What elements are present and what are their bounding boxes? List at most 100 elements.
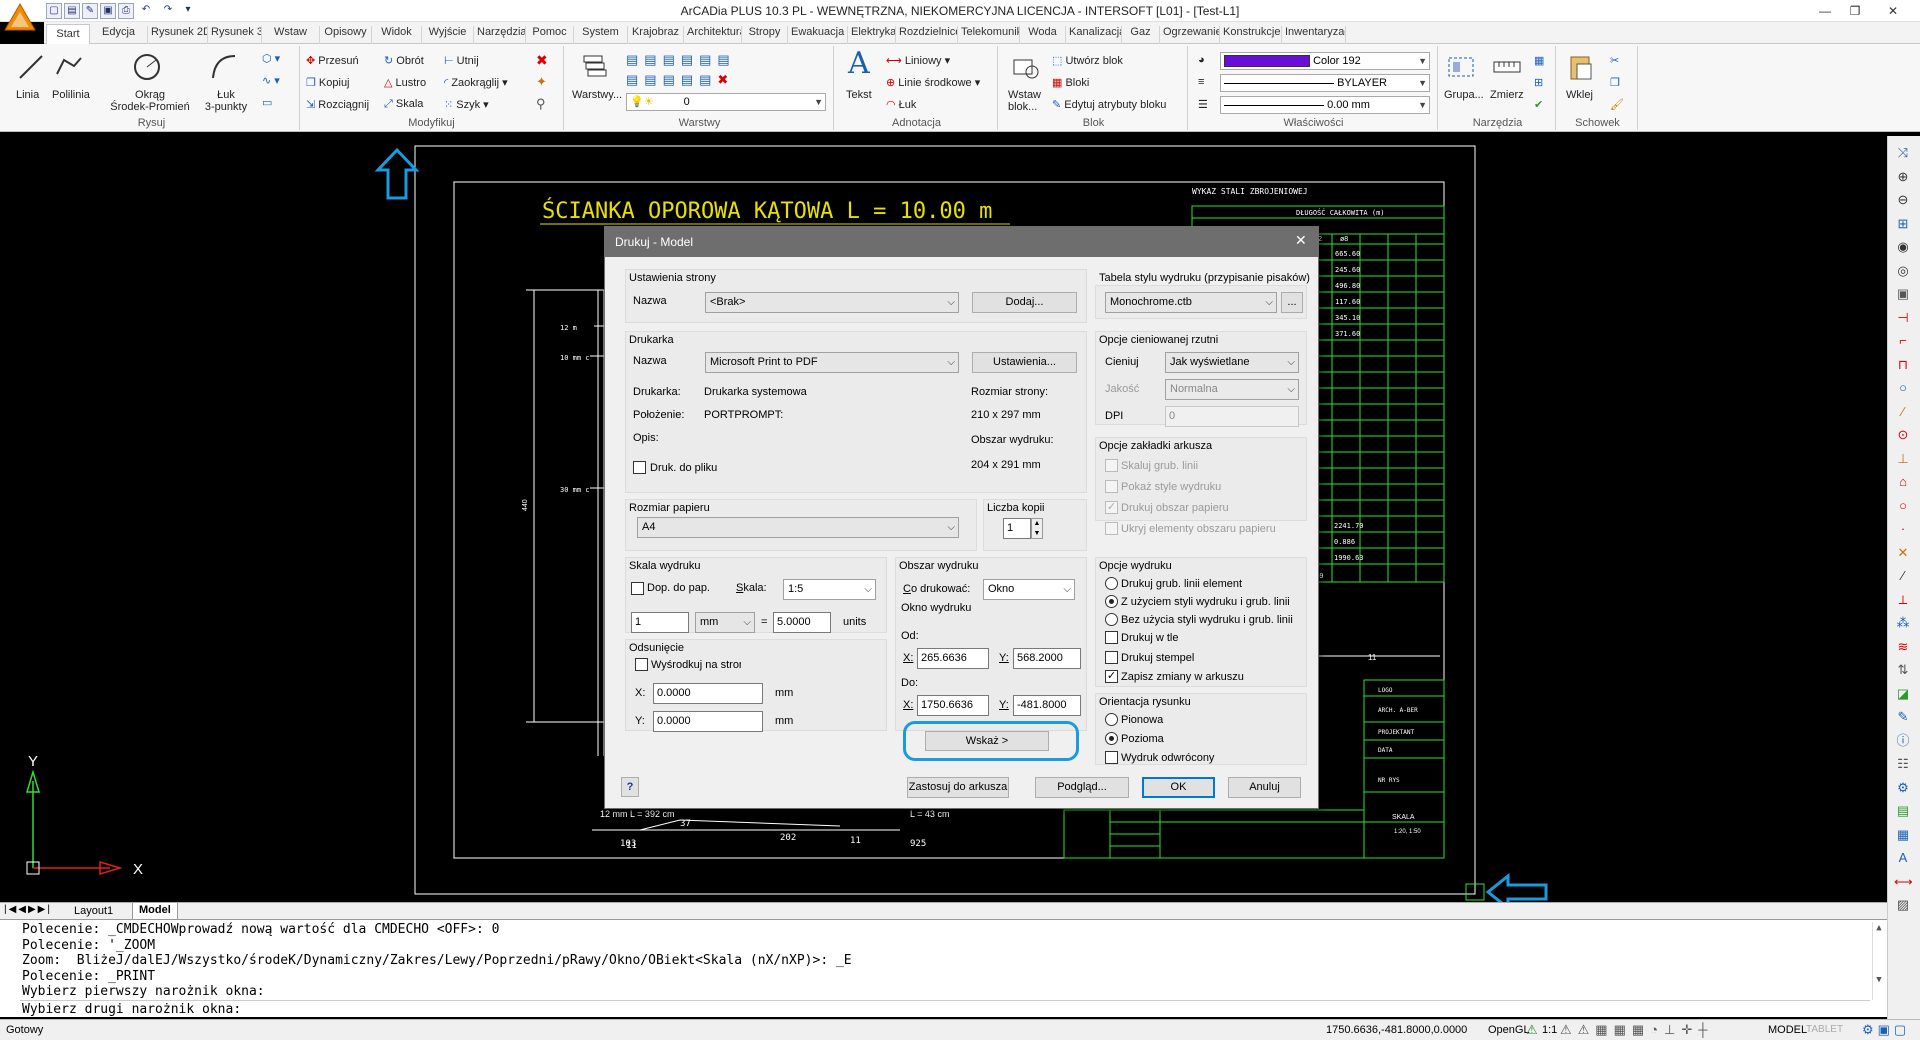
tab-rysunek-3d[interactable]: Rysunek 3D [208, 26, 262, 44]
command-input[interactable]: Wybierz drugi narożnik okna: [20, 1000, 1870, 1017]
rozciagnij-button[interactable]: ⇲ Rozciągnij [306, 98, 369, 111]
zoom-in-icon[interactable]: ⊕ [1894, 168, 1912, 186]
apply-to-sheet-button[interactable]: Zastosuj do arkusza [907, 777, 1009, 798]
scale-select[interactable]: 1:5 ⌵ [783, 579, 876, 600]
snap-node-icon[interactable]: ⊙ [1894, 426, 1912, 444]
tab-elektryka[interactable]: Elektryka [848, 26, 896, 44]
snap-center-icon[interactable]: ⊓ [1894, 356, 1912, 374]
snap-ext-icon[interactable]: ⁂ [1894, 614, 1912, 632]
tab-konstrukcje[interactable]: Konstrukcje [1220, 26, 1282, 44]
lineweight-icon[interactable]: ☰ [1198, 98, 1208, 111]
scale-unit-select[interactable]: mm ⌵ [695, 612, 755, 633]
kopiuj-button[interactable]: ❐ Kopiuj [306, 76, 350, 89]
shade-select[interactable]: Jak wyświetlane ⌵ [1165, 352, 1299, 373]
tool-info-icon[interactable]: ⓘ [1894, 732, 1912, 750]
linetype-icon[interactable]: ≡ [1198, 76, 1204, 88]
tab-model[interactable]: Model [132, 903, 178, 920]
tab-architektura[interactable]: Architektura [684, 26, 742, 44]
tab-start[interactable]: Start [46, 24, 90, 45]
zmierz-button[interactable]: Zmierz [1490, 89, 1524, 101]
print-paperspace-checkbox[interactable]: ✓ [1105, 501, 1118, 514]
arcadia-logo-icon[interactable] [3, 2, 37, 32]
what-to-print-select[interactable]: Okno ⌵ [983, 579, 1075, 600]
snap-parallel-icon[interactable]: ⁄ [1894, 567, 1912, 585]
ok-button[interactable]: OK [1142, 777, 1215, 798]
check-tool-icon[interactable]: ✔ [1534, 98, 1543, 111]
snap-perp-icon[interactable]: ○ [1894, 497, 1912, 515]
add-page-setup-button[interactable]: Dodaj... [972, 292, 1077, 313]
tab-woda[interactable]: Woda [1020, 26, 1066, 44]
style-table-select[interactable]: Monochrome.ctb ⌵ [1105, 292, 1277, 313]
color-wheel-icon[interactable]: ◕ [1198, 54, 1205, 66]
save-changes-checkbox[interactable]: ✓ [1105, 670, 1118, 683]
redo-icon[interactable]: ↷ [160, 3, 176, 19]
tab-system[interactable]: System [574, 26, 628, 44]
tab-ogrzewanie[interactable]: Ogrzewanie [1160, 26, 1220, 44]
print-to-file-checkbox[interactable] [633, 461, 646, 474]
snap-tangent-icon[interactable]: ⁄ [1894, 403, 1912, 421]
copies-input[interactable]: 1 [1003, 518, 1031, 539]
window-y1-input[interactable]: 568.2000 [1013, 648, 1081, 669]
rectangle-icon[interactable]: ▭ [262, 96, 272, 109]
window-x2-input[interactable]: 1750.6636 [917, 695, 989, 716]
tab-gaz[interactable]: Gaz [1122, 26, 1160, 44]
orbit-icon[interactable]: ◉ [1894, 238, 1912, 256]
edit-style-table-button[interactable]: ... [1281, 292, 1303, 313]
command-line[interactable]: Polecenie: _CMDECHOWprowadź nową wartość… [0, 919, 1887, 1017]
utworz-blok-button[interactable]: ⬚ Utwórz blok [1052, 54, 1123, 67]
new-file-icon[interactable]: ▢ [46, 3, 62, 19]
layer-combo[interactable]: 💡☀ 0 ▼ [626, 93, 826, 111]
printer-select[interactable]: Microsoft Print to PDF ⌵ [705, 352, 959, 373]
cut-icon[interactable]: ✂ [1610, 54, 1619, 67]
wklej-button[interactable]: Wklej [1566, 89, 1593, 101]
grid-tool-icon[interactable]: ⊞ [1534, 76, 1543, 89]
tab-edycja[interactable]: Edycja [90, 26, 148, 44]
tekst-button[interactable]: Tekst [846, 89, 872, 101]
display-icon[interactable]: ▣ [1894, 285, 1912, 303]
pick-window-button[interactable]: Wskaż > [925, 731, 1049, 751]
tool-edit-icon[interactable]: ✎ [1894, 708, 1912, 726]
tool-dist-icon[interactable]: ⇅ [1894, 661, 1912, 679]
tab-opisowy[interactable]: Opisowy [320, 26, 372, 44]
spline-icon[interactable]: ∿ ▾ [262, 74, 280, 87]
preview-button[interactable]: Podgląd... [1035, 777, 1129, 798]
annotation-scale-icon[interactable]: ⚠ [1526, 1022, 1538, 1038]
tab-ewakuacja[interactable]: Ewakuacja [788, 26, 848, 44]
page-setup-select[interactable]: <Brak> ⌵ [705, 292, 959, 313]
tab-inwentaryzacja[interactable]: Inwentaryzacja [1282, 26, 1346, 44]
erase-icon[interactable]: ✖ [536, 52, 548, 69]
utnij-button[interactable]: ⊢ Utnij [444, 54, 479, 67]
scale-drawing-units-input[interactable]: 5.0000 [773, 612, 831, 633]
snap-apparent-icon[interactable]: ✕ [1894, 544, 1912, 562]
qa-dropdown-icon[interactable]: ▾ [180, 3, 196, 19]
wstaw-blok-button[interactable]: Wstaw blok... [1008, 89, 1041, 113]
without-plot-styles-radio[interactable] [1105, 613, 1118, 626]
scale-lineweights-checkbox[interactable] [1105, 459, 1118, 472]
hide-paperspace-checkbox[interactable] [1105, 522, 1118, 535]
tab-stropy[interactable]: Stropy [742, 26, 788, 44]
lustro-button[interactable]: △ Lustro [384, 76, 426, 89]
cancel-button[interactable]: Anuluj [1228, 777, 1301, 798]
tab-narzędzia[interactable]: Narzędzia [474, 26, 526, 44]
tab-krajobraz[interactable]: Krajobraz [628, 26, 684, 44]
tool-layer-icon[interactable]: ▤ [1894, 802, 1912, 820]
offset-x-input[interactable]: 0.0000 [653, 683, 763, 704]
tab-kanalizacja[interactable]: Kanalizacja [1066, 26, 1122, 44]
snap-endpoint-icon[interactable]: ⊣ [1894, 309, 1912, 327]
tab-wyjście[interactable]: Wyjście [422, 26, 474, 44]
grupa-button[interactable]: Grupa... [1444, 89, 1484, 101]
tool-misc-icon[interactable]: ▨ [1894, 896, 1912, 914]
skala-button[interactable]: ⤢ Skala [384, 98, 423, 111]
warstwy-button[interactable]: Warstwy... [572, 89, 622, 101]
tab-nav-icon[interactable]: |◀◀▶▶| [4, 904, 52, 915]
lineweight-combo[interactable]: 0.00 mm ▼ [1220, 96, 1430, 114]
fit-to-paper-checkbox[interactable] [631, 582, 644, 595]
format-painter-icon[interactable]: 🖌 [1610, 98, 1624, 111]
explode-icon[interactable]: ✦ [536, 74, 547, 90]
show-styles-checkbox[interactable] [1105, 480, 1118, 493]
tool-text-icon[interactable]: A [1894, 849, 1912, 867]
snap-quadrant-icon[interactable]: ⊥ [1894, 450, 1912, 468]
command-scrollbar[interactable]: ▲ ▼ [1872, 922, 1885, 1000]
layer-tools-row2-icon[interactable]: ▤▤▤▤▤✖ [626, 72, 734, 88]
view-icon[interactable]: ◎ [1894, 262, 1912, 280]
